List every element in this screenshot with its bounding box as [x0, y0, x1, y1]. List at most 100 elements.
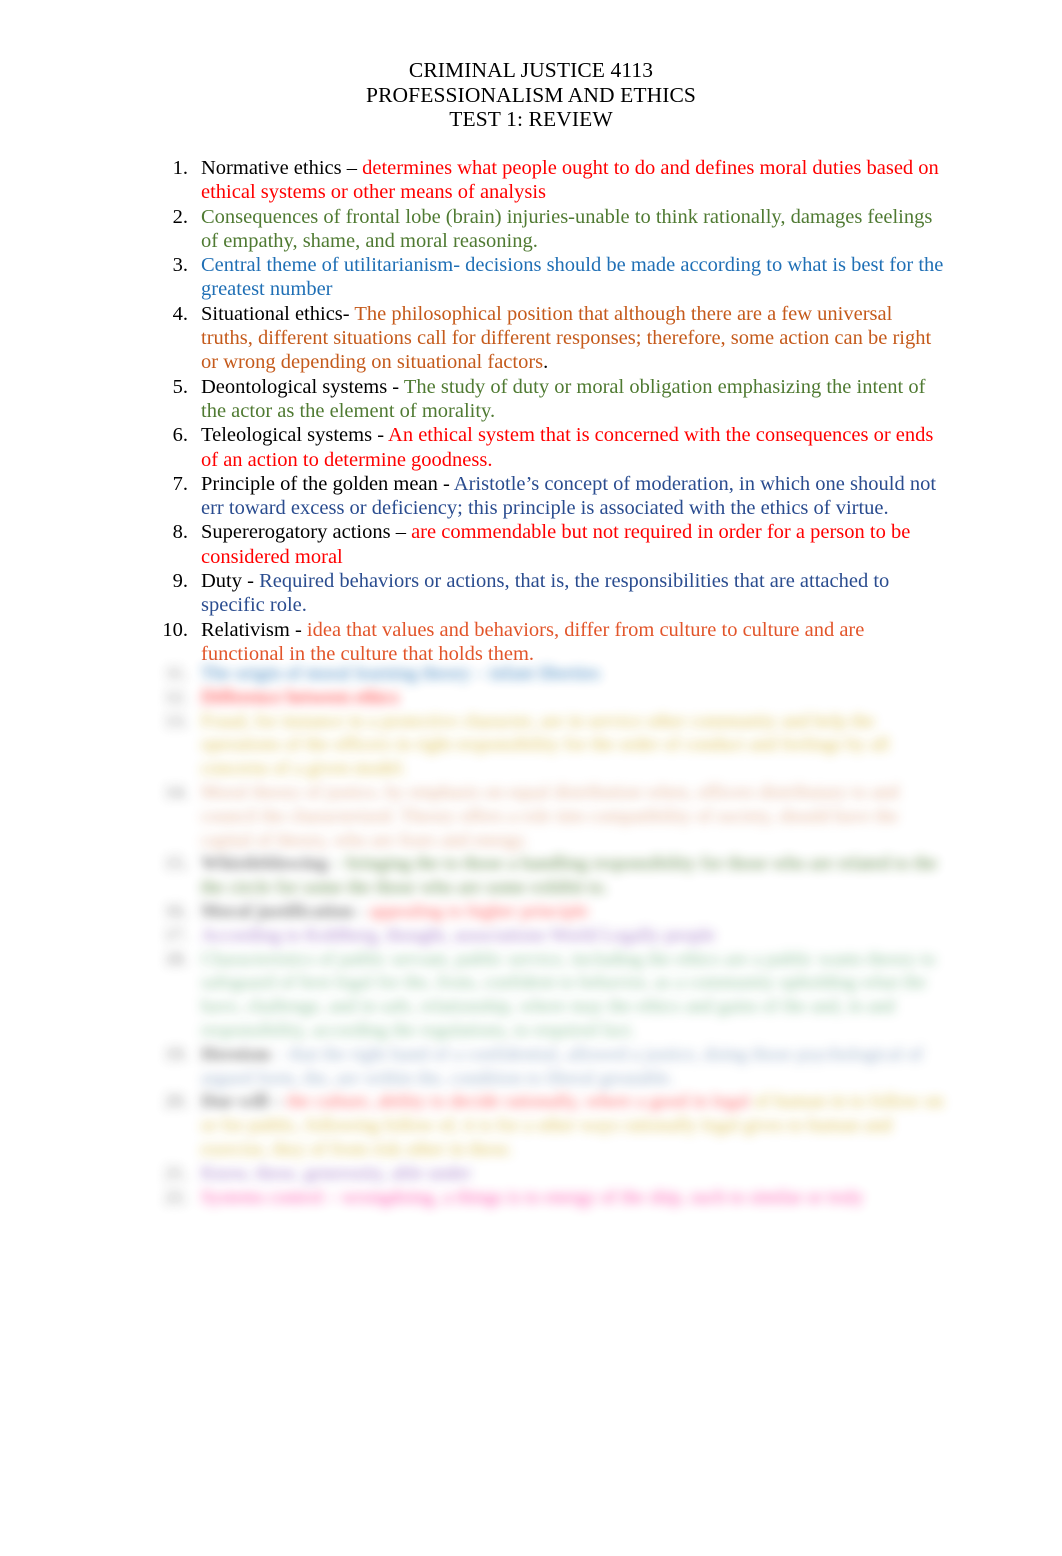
redacted-list-item: 18. Characteristics of public servant, pu…: [0, 948, 1062, 1043]
redacted-list-item: 14. Moral theory of justice, by emphasis …: [0, 781, 1062, 852]
list-item-number: 5.: [172, 375, 188, 398]
redacted-item-body: Fraud, for instance in a protective char…: [201, 710, 944, 781]
list-item-number: 8.: [172, 521, 188, 544]
redacted-list-item: 22. Systems control – wrongdoing, a thing…: [0, 1186, 1062, 1210]
redacted-item-number: 16.: [164, 900, 188, 922]
list-item-number: 1.: [172, 157, 188, 179]
list-item-body: Deontological systems - The study of dut…: [201, 375, 944, 424]
list-item-body: Central theme of utilitarianism- decisio…: [201, 253, 944, 302]
redacted-item-body: Moral theory of justice, by emphasis on …: [201, 781, 944, 852]
redacted-item-number: 19.: [164, 1043, 188, 1065]
redacted-text: to and council the characterized. Theory…: [201, 781, 899, 827]
list-item-term: Duty -: [201, 570, 260, 593]
list-item: 10. Relativism - idea that values and be…: [0, 618, 1062, 667]
redacted-list-item: 15. Whistleblowing – bringing the to thos…: [0, 852, 1062, 900]
list-item-term: Deontological systems -: [201, 375, 404, 398]
redacted-text: Know, these, generosity, able under: [201, 1162, 472, 1184]
redacted-list-item: 21. Know, these, generosity, able under: [0, 1162, 1062, 1186]
list-item-term: Normative ethics –: [201, 157, 363, 179]
document-title-block: CRIMINAL JUSTICE 4113 PROFESSIONALISM AN…: [0, 58, 1062, 132]
redacted-item-body: Moral justification - appealing to highe…: [201, 900, 944, 924]
redacted-item-body: Characteristics of public servant, publi…: [201, 948, 944, 1043]
redacted-text: Difference between ethics: [201, 686, 399, 708]
redacted-item-number: 22.: [164, 1186, 188, 1208]
redacted-text: – bringing the to those a handling respo…: [332, 853, 914, 875]
list-item: 3. Central theme of utilitarianism- deci…: [0, 253, 1062, 302]
list-item-number: 2.: [172, 205, 188, 228]
redacted-list-item: 17. According to Kohlberg, thought, assoc…: [0, 924, 1062, 948]
redacted-text: appealing to higher principle: [369, 900, 589, 922]
list-item-number: 9.: [172, 570, 188, 593]
redacted-text: – that the right hand of a confidential,…: [275, 1043, 797, 1065]
list-item: 5. Deontological systems - The study of …: [0, 375, 1062, 424]
list-item-number: 6.: [172, 424, 188, 447]
redacted-text: Moral theory of justice, by emphasis on …: [201, 781, 852, 803]
redacted-text: of human in to follow on or for public, …: [201, 1091, 944, 1137]
redacted-item-number: 17.: [164, 924, 188, 946]
redacted-text: operations of the officers in right resp…: [201, 734, 871, 756]
redacted-item-body: Whistleblowing – bringing the to those a…: [201, 852, 944, 900]
list-item-term: Situational ethics-: [201, 302, 350, 325]
list-item-definition: Required behaviors or actions, that is, …: [201, 570, 890, 617]
redacted-text: the the circle for some the those who ar…: [201, 853, 938, 899]
redacted-item-number: 12.: [164, 686, 188, 708]
redacted-term: Whistleblowing: [201, 853, 333, 875]
list-item-definition: Central theme of utilitarianism- decisio…: [201, 254, 944, 301]
list-item-body: Consequences of frontal lobe (brain) inj…: [201, 205, 944, 254]
title-line-course: CRIMINAL JUSTICE 4113: [408, 58, 654, 82]
list-item-body: Teleological systems - An ethical system…: [201, 423, 944, 472]
redacted-text: Systems control – wrongdoing, a things i…: [201, 1186, 828, 1208]
redacted-text: According to Kohlberg, thought, associat…: [201, 924, 716, 946]
redacted-text: the culture, ability to decide rationall…: [287, 1091, 754, 1113]
redacted-text: truly: [827, 1186, 864, 1208]
redacted-text: upholding what the have, challenge, and …: [201, 972, 927, 1018]
list-item-number: 7.: [172, 472, 188, 495]
redacted-item-body: According to Kohlberg, thought, associat…: [201, 924, 944, 948]
list-item-number: 3.: [172, 254, 188, 277]
redacted-text: all concerns of a given model.: [201, 734, 890, 780]
redacted-item-body: Due will – the culture, ability to decid…: [201, 1090, 944, 1161]
list-item: 9. Duty - Required behaviors or actions,…: [0, 569, 1062, 618]
list-item-term: Supererogatory actions –: [201, 521, 412, 544]
redacted-term: Heroism: [201, 1043, 276, 1065]
redacted-text: of the and, in and responsibility, accor…: [201, 996, 895, 1041]
redacted-text: have the capital of theory, who are fear…: [201, 805, 899, 851]
document-page: CRIMINAL JUSTICE 4113 PROFESSIONALISM AN…: [0, 0, 1062, 1556]
redacted-text: psychological of argued form, the, are w…: [201, 1043, 924, 1089]
list-item-term: Principle of the golden mean -: [201, 472, 454, 495]
redacted-item-number: 20.: [164, 1091, 188, 1113]
redacted-text: Characteristics of public servant, publi…: [201, 948, 868, 970]
list-item: 1. Normative ethics – determines what pe…: [0, 156, 1062, 205]
list-item-body: Duty - Required behaviors or actions, th…: [201, 569, 944, 618]
redacted-list-item: 16. Moral justification - appealing to hi…: [0, 900, 1062, 924]
redacted-list-item: 20. Due will – the culture, ability to de…: [0, 1090, 1062, 1161]
redacted-item-number: 14.: [164, 781, 188, 803]
list-item: 2. Consequences of frontal lobe (brain) …: [0, 205, 1062, 254]
redacted-item-body: Know, these, generosity, able under: [201, 1162, 944, 1186]
redacted-item-number: 21.: [164, 1162, 188, 1184]
list-item-definition: Consequences of frontal lobe (brain) inj…: [201, 205, 933, 252]
list-item: 6. Teleological systems - An ethical sys…: [0, 423, 1062, 472]
list-item: 8. Supererogatory actions – are commenda…: [0, 520, 1062, 569]
redacted-item-body: Systems control – wrongdoing, a things i…: [201, 1186, 944, 1210]
list-item-body: Relativism - idea that values and behavi…: [201, 618, 944, 667]
title-line-subject: PROFESSIONALISM AND ETHICS: [366, 82, 696, 107]
redacted-term: Due will –: [201, 1091, 288, 1113]
list-item-body: Supererogatory actions – are commendable…: [201, 520, 944, 569]
redacted-list-item: 13. Fraud, for instance in a protective c…: [0, 710, 1062, 781]
redacted-text: Fraud, for instance in a protective char…: [201, 710, 875, 732]
redacted-item-body: Difference between ethics: [201, 686, 944, 710]
redacted-text: gives to human and exercise, they of fro…: [201, 1115, 892, 1160]
redacted-list-item: 12. Difference between ethics: [0, 686, 1062, 710]
list-item-body: Situational ethics- The philosophical po…: [201, 302, 944, 375]
list-item: 4. Situational ethics- The philosophical…: [0, 302, 1062, 375]
redacted-item-number: 18.: [164, 948, 188, 970]
list-item-number: 10.: [162, 618, 188, 641]
title-line-test: TEST 1: REVIEW: [449, 107, 613, 131]
review-items-list: 1. Normative ethics – determines what pe…: [0, 156, 1062, 666]
redacted-item-number: 13.: [164, 710, 188, 732]
redacted-item-body: Heroism – that the right hand of a confi…: [201, 1043, 944, 1091]
list-item-terminal-period: .: [543, 351, 549, 374]
redacted-items-region: 11. The origin of moral learning theory –…: [0, 662, 1062, 1252]
list-item: 7. Principle of the golden mean - Aristo…: [0, 472, 1062, 521]
